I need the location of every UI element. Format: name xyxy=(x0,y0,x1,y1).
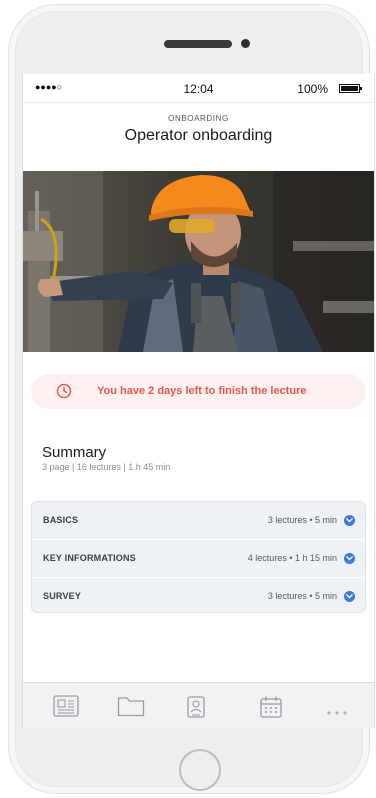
section-row-key-informations[interactable]: KEY INFORMATIONS 4 lectures • 1 h 15 min xyxy=(32,540,365,578)
chevron-down-icon[interactable] xyxy=(344,553,355,564)
section-name: SURVEY xyxy=(43,591,82,601)
tab-bar xyxy=(23,682,374,728)
deadline-banner: You have 2 days left to finish the lectu… xyxy=(31,374,366,409)
section-row-basics[interactable]: BASICS 3 lectures • 5 min xyxy=(32,502,365,540)
chevron-down-icon[interactable] xyxy=(344,591,355,602)
section-row-survey[interactable]: SURVEY 3 lectures • 5 min xyxy=(32,578,365,612)
hero-image xyxy=(23,171,374,352)
newspaper-icon[interactable] xyxy=(53,695,79,722)
section-name: KEY INFORMATIONS xyxy=(43,553,136,563)
course-sections: BASICS 3 lectures • 5 min KEY INFORMATIO… xyxy=(31,501,366,613)
badge-icon[interactable] xyxy=(186,695,206,724)
status-divider xyxy=(23,102,374,103)
status-bar: ●●●●○ 12:04 100% xyxy=(23,74,374,104)
home-button[interactable] xyxy=(179,749,221,791)
section-meta: 3 lectures • 5 min xyxy=(267,515,337,525)
section-meta: 3 lectures • 5 min xyxy=(267,591,337,601)
folder-icon[interactable] xyxy=(117,695,145,722)
deadline-text: You have 2 days left to finish the lectu… xyxy=(97,385,307,397)
front-camera xyxy=(241,39,250,48)
speaker-grille xyxy=(164,40,232,48)
battery-icon xyxy=(339,84,362,93)
battery-percentage: 100% xyxy=(297,82,328,96)
summary-title: Summary xyxy=(42,444,107,461)
page-eyebrow: ONBOARDING xyxy=(168,114,229,123)
more-icon[interactable] xyxy=(326,703,348,721)
section-meta: 4 lectures • 1 h 15 min xyxy=(247,553,337,563)
clock-icon xyxy=(56,383,72,404)
chevron-down-icon[interactable] xyxy=(344,515,355,526)
app-screen: ●●●●○ 12:04 100% ONBOARDING Operator onb… xyxy=(22,74,375,728)
page-title: Operator onboarding xyxy=(124,127,273,144)
section-name: BASICS xyxy=(43,515,79,525)
calendar-icon[interactable] xyxy=(259,695,283,724)
summary-meta: 3 page | 16 lectures | 1 h 45 min xyxy=(42,462,171,472)
worker-photo xyxy=(23,171,374,352)
